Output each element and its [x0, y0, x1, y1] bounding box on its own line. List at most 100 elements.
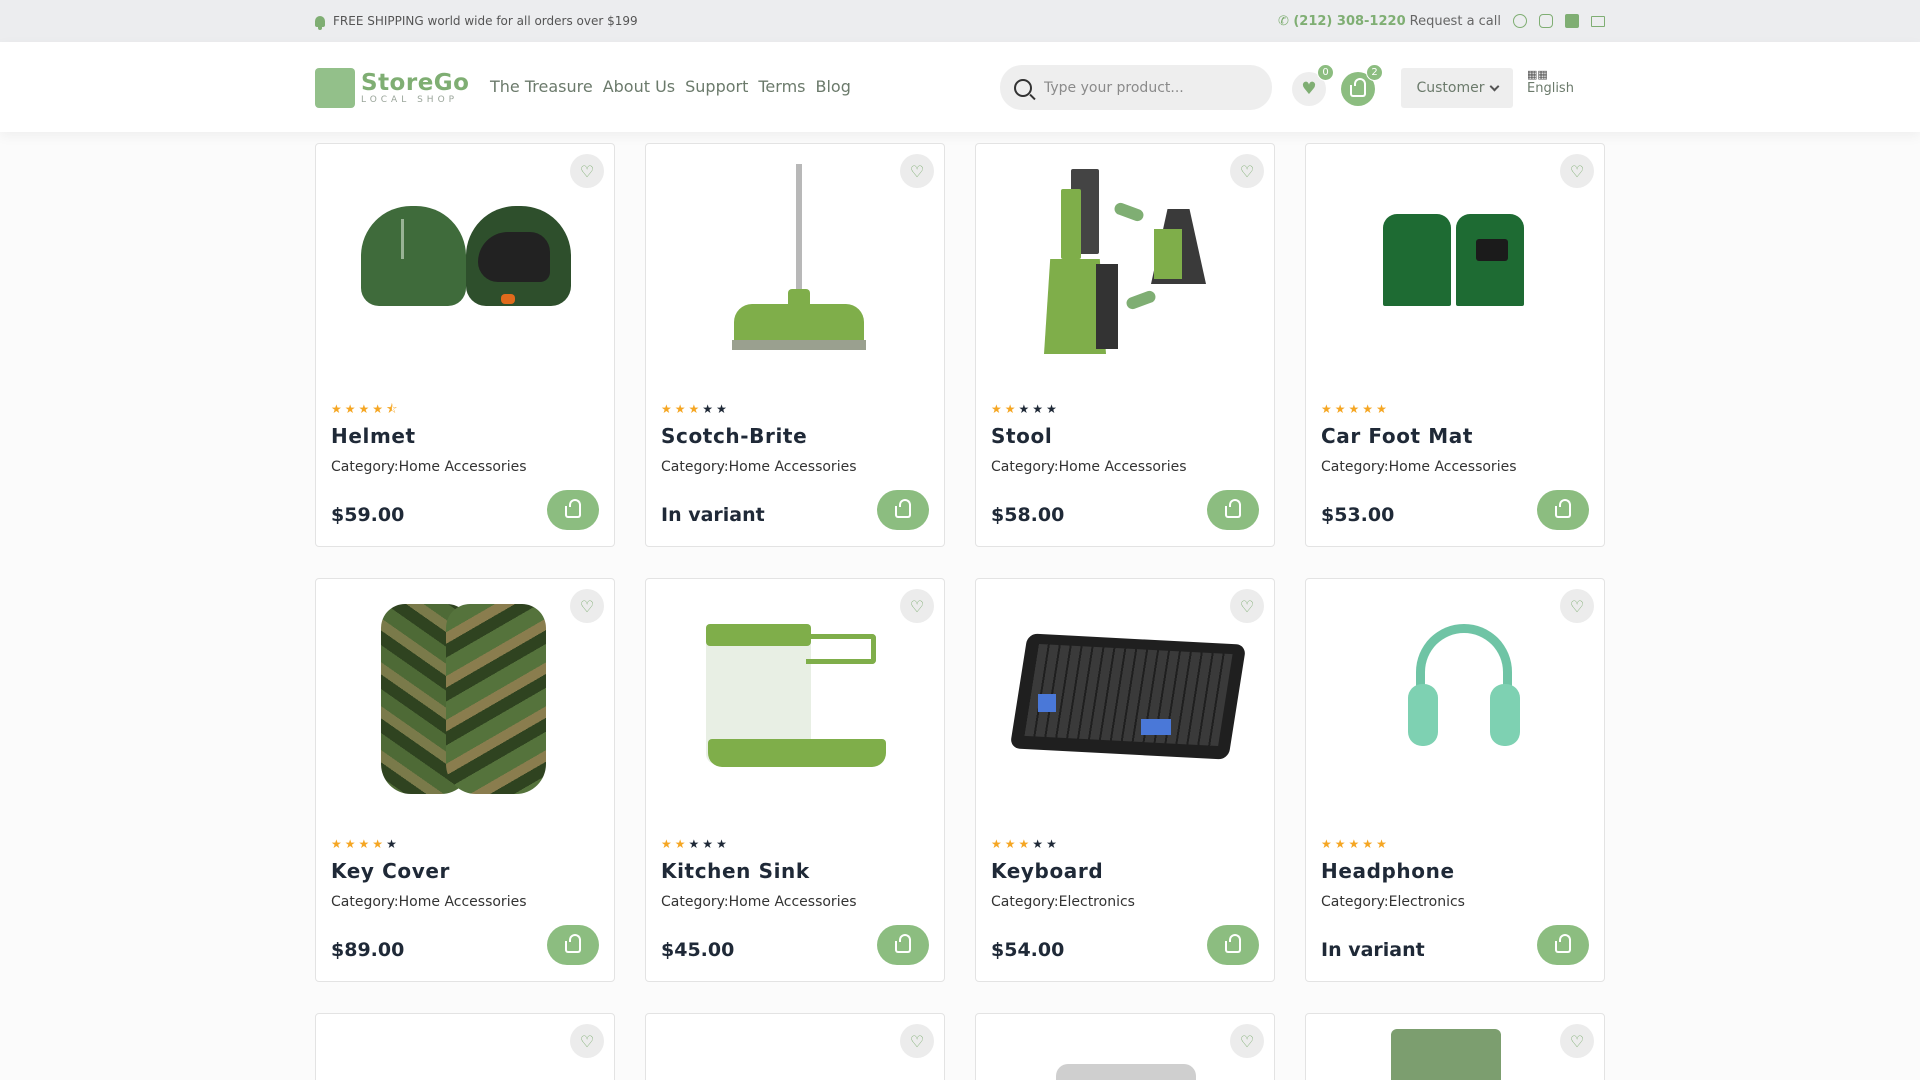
product-card[interactable]: ♡ ★ ★ ★ ★ ★ Kitchen Sink Category:Home Acces… [645, 578, 945, 982]
product-card[interactable]: ♡ ★ ★ ★ ★ ★ Scotch-Brite Category:Home Acces… [645, 143, 945, 547]
request-call-link[interactable]: Request a call [1410, 14, 1501, 29]
add-to-wishlist-button[interactable]: ♡ [1230, 589, 1264, 623]
product-image-key-cover[interactable] [316, 579, 614, 829]
star-icon: ★ [1376, 837, 1387, 851]
product-image-kitchen-sink[interactable] [646, 579, 944, 829]
wishlist-button[interactable]: ♥ 0 [1292, 64, 1334, 106]
star-icon: ★ [991, 402, 1002, 416]
add-to-wishlist-button[interactable]: ♡ [1560, 1024, 1594, 1058]
product-price: In variant [1321, 939, 1425, 961]
product-category: Category:Home Accessories [661, 894, 857, 910]
product-image-keyboard[interactable] [976, 579, 1274, 829]
search-icon[interactable] [1014, 78, 1032, 97]
star-icon: ★ [1362, 402, 1374, 416]
product-card[interactable]: ♡ [315, 1013, 615, 1080]
product-name[interactable]: Kitchen Sink [661, 859, 810, 883]
product-price: $58.00 [991, 504, 1065, 526]
instagram-icon[interactable] [1539, 14, 1553, 28]
heart-outline-icon: ♡ [909, 161, 925, 181]
language-icon: ▦▦ [1527, 68, 1548, 81]
heart-outline-icon: ♡ [579, 1031, 595, 1051]
email-icon[interactable] [1591, 15, 1605, 27]
heart-outline-icon: ♡ [579, 596, 595, 616]
product-category: Category:Home Accessories [991, 459, 1187, 475]
star-icon: ★ [358, 837, 370, 851]
product-image-stool[interactable] [976, 144, 1274, 394]
star-icon: ★ [331, 837, 342, 851]
star-icon: ★ [331, 402, 342, 416]
product-card[interactable]: ♡ ★ ★ ★ ★ ★ Stool Category:Home Accessories … [975, 143, 1275, 547]
logo-mark [315, 68, 355, 108]
bell-icon [315, 15, 325, 30]
nav-item-about-us[interactable]: About Us [603, 77, 675, 96]
customer-dropdown[interactable]: Customer [1401, 68, 1513, 108]
product-card[interactable]: ♡ [1305, 1013, 1605, 1080]
product-card[interactable]: ♡ ★ ★ ★ ★ ★ Headphone Category:Electronics I… [1305, 578, 1605, 982]
add-to-wishlist-button[interactable]: ♡ [900, 154, 934, 188]
add-to-wishlist-button[interactable]: ♡ [1230, 154, 1264, 188]
add-to-wishlist-button[interactable]: ♡ [900, 589, 934, 623]
phone-number[interactable]: ✆ (212) 308-1220 [1278, 14, 1406, 29]
add-to-wishlist-button[interactable]: ♡ [900, 1024, 934, 1058]
product-card[interactable]: ♡ ★ ★ ★ ★ ⯪ Helmet Category:Home Accessories… [315, 143, 615, 547]
add-to-wishlist-button[interactable]: ♡ [1560, 154, 1594, 188]
product-name[interactable]: Key Cover [331, 859, 450, 883]
heart-icon: ♥ [1301, 79, 1317, 99]
product-card[interactable]: ♡ ★ ★ ★ ★ ★ Keyboard Category:Electronics $5… [975, 578, 1275, 982]
product-image-helmet[interactable] [316, 144, 614, 394]
product-card[interactable]: ♡ ★ ★ ★ ★ ★ Key Cover Category:Home Accessor… [315, 578, 615, 982]
search-input[interactable] [1044, 79, 1244, 96]
product-name[interactable]: Keyboard [991, 859, 1103, 883]
add-to-cart-button[interactable] [1207, 490, 1259, 530]
add-to-cart-button[interactable] [1537, 925, 1589, 965]
add-to-wishlist-button[interactable]: ♡ [570, 154, 604, 188]
add-to-cart-button[interactable] [547, 925, 599, 965]
product-image-car-foot-mat[interactable] [1306, 144, 1604, 394]
product-name[interactable]: Helmet [331, 424, 416, 448]
language-selector[interactable]: ▦▦ English [1527, 68, 1574, 97]
twitter-icon[interactable] [1565, 14, 1579, 28]
add-to-cart-button[interactable] [1207, 925, 1259, 965]
nav-item-support[interactable]: Support [685, 77, 748, 96]
star-icon: ★ [661, 402, 672, 416]
rating-stars: ★ ★ ★ ★ ★ [1321, 403, 1387, 415]
nav-item-terms[interactable]: Terms [758, 77, 805, 96]
heart-outline-icon: ♡ [1239, 1031, 1255, 1051]
product-card[interactable]: ♡ [645, 1013, 945, 1080]
star-icon: ★ [1046, 402, 1057, 416]
nav-item-the-treasure[interactable]: The Treasure [490, 77, 593, 96]
add-to-wishlist-button[interactable]: ♡ [1560, 589, 1594, 623]
product-image-partial[interactable] [1056, 1064, 1196, 1080]
heart-outline-icon: ♡ [1569, 596, 1585, 616]
product-price: $45.00 [661, 939, 735, 961]
add-to-cart-button[interactable] [1537, 490, 1589, 530]
product-name[interactable]: Stool [991, 424, 1052, 448]
star-icon: ★ [702, 837, 714, 851]
basket-icon [1225, 934, 1241, 953]
product-category: Category:Home Accessories [1321, 459, 1517, 475]
star-icon: ★ [1046, 837, 1057, 851]
heart-outline-icon: ♡ [1569, 1031, 1585, 1051]
whatsapp-icon[interactable] [1513, 14, 1527, 28]
add-to-wishlist-button[interactable]: ♡ [1230, 1024, 1264, 1058]
star-icon: ⯪ [386, 402, 398, 416]
product-image-headphone[interactable] [1306, 579, 1604, 829]
add-to-cart-button[interactable] [547, 490, 599, 530]
add-to-wishlist-button[interactable]: ♡ [570, 1024, 604, 1058]
nav-item-blog[interactable]: Blog [816, 77, 851, 96]
product-name[interactable]: Scotch-Brite [661, 424, 807, 448]
product-name[interactable]: Car Foot Mat [1321, 424, 1473, 448]
product-image-partial[interactable] [1391, 1029, 1501, 1080]
heart-outline-icon: ♡ [1239, 596, 1255, 616]
add-to-wishlist-button[interactable]: ♡ [570, 589, 604, 623]
cart-button[interactable]: 2 [1341, 64, 1383, 106]
star-icon: ★ [1321, 837, 1332, 851]
product-name[interactable]: Headphone [1321, 859, 1455, 883]
product-card[interactable]: ♡ ★ ★ ★ ★ ★ Car Foot Mat Category:Home Acces… [1305, 143, 1605, 547]
add-to-cart-button[interactable] [877, 925, 929, 965]
product-card[interactable]: ♡ [975, 1013, 1275, 1080]
product-price: $54.00 [991, 939, 1065, 961]
product-image-scotch-brite[interactable] [646, 144, 944, 394]
add-to-cart-button[interactable] [877, 490, 929, 530]
store-logo[interactable]: StoreGo LOCAL SHOP [315, 68, 469, 108]
